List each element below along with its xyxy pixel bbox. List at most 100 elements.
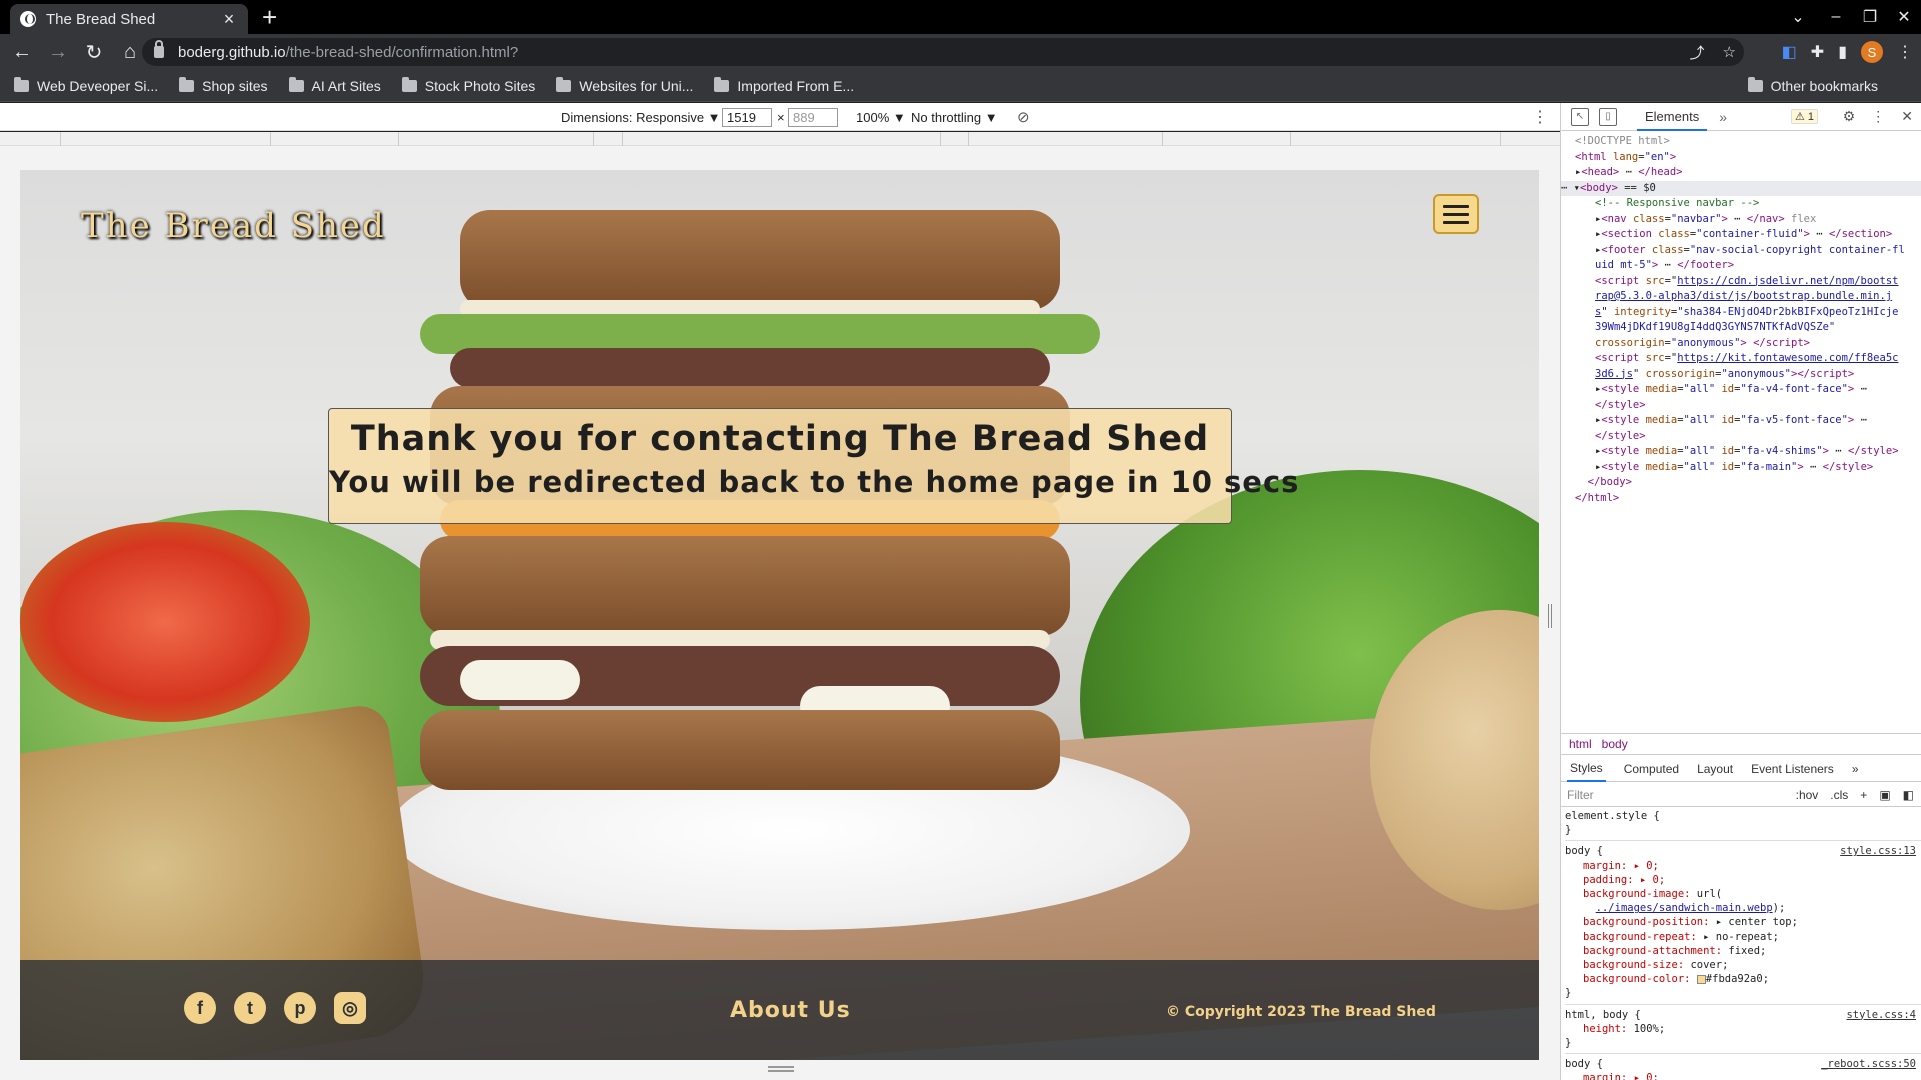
filter-input[interactable]: Filter: [1567, 788, 1594, 802]
dom-node-line[interactable]: ▸<nav class="navbar"> ⋯ </nav> flex: [1575, 212, 1921, 228]
css-rule-line[interactable]: }: [1565, 1036, 1921, 1050]
breadcrumb-html[interactable]: html: [1569, 737, 1592, 751]
viewport-resize-handle-right[interactable]: [1548, 604, 1552, 628]
zoom-dropdown[interactable]: 100% ▼: [856, 103, 906, 131]
css-property[interactable]: background-size: cover;: [1565, 958, 1921, 972]
css-rule-line[interactable]: element.style {: [1565, 809, 1921, 823]
css-property[interactable]: height: 100%;: [1565, 1022, 1921, 1036]
dom-node-line[interactable]: uid mt-5"> ⋯ </footer>: [1575, 258, 1921, 274]
bookmark-folder[interactable]: Stock Photo Sites: [401, 76, 535, 94]
dom-node-line[interactable]: <!DOCTYPE html>: [1575, 134, 1921, 150]
back-arrow-icon[interactable]: ←: [4, 34, 40, 70]
computed-toggle-icon[interactable]: ▣: [1879, 788, 1890, 802]
browser-tab[interactable]: The Bread Shed ×: [10, 4, 248, 34]
extensions-puzzle-icon[interactable]: ✚: [1811, 42, 1824, 62]
css-rule-line[interactable]: }: [1565, 986, 1921, 1000]
css-property[interactable]: background-image: url(: [1565, 887, 1921, 901]
close-tab-icon[interactable]: ×: [220, 9, 238, 30]
css-rule-line[interactable]: html, body { style.css:4: [1565, 1008, 1921, 1022]
more-subtabs-icon[interactable]: »: [1852, 762, 1859, 776]
tab-event-listeners[interactable]: Event Listeners: [1751, 762, 1834, 776]
css-rule-line[interactable]: body { style.css:13: [1565, 844, 1921, 858]
more-tabs-icon[interactable]: »: [1719, 109, 1727, 125]
css-property[interactable]: background-color: #fbda92a0;: [1565, 972, 1921, 986]
bookmark-folder[interactable]: Websites for Uni...: [556, 76, 693, 94]
site-brand-logo[interactable]: The Bread Shed: [81, 206, 386, 246]
navbar-toggle-button[interactable]: [1433, 194, 1479, 234]
dom-node-line[interactable]: ⋯ ▾<body> == $0: [1561, 180, 1921, 196]
dom-node-line[interactable]: </style>: [1575, 398, 1921, 414]
dom-node-line[interactable]: 3d6.js" crossorigin="anonymous"></script…: [1575, 367, 1921, 383]
css-property[interactable]: margin: ▸ 0;: [1565, 859, 1921, 873]
media-query-ruler[interactable]: [0, 132, 1560, 146]
bookmark-star-icon[interactable]: ☆: [1723, 43, 1736, 61]
forward-arrow-icon[interactable]: →: [40, 34, 76, 70]
tab-computed[interactable]: Computed: [1624, 762, 1679, 776]
bookmark-folder[interactable]: AI Art Sites: [288, 76, 381, 94]
extension-badge-icon[interactable]: ◧: [1782, 42, 1797, 62]
device-options-icon[interactable]: ⋮: [1532, 107, 1548, 127]
css-property[interactable]: background-repeat: ▸ no-repeat;: [1565, 930, 1921, 944]
dom-node-line[interactable]: 39Wm4jDKdf19U8gI4ddQ3GYNS7NTKfAdVQSZe": [1575, 320, 1921, 336]
sidebar-toggle-icon[interactable]: ◧: [1903, 788, 1914, 802]
bookmark-folder[interactable]: Shop sites: [179, 76, 268, 94]
dom-node-line[interactable]: <!-- Responsive navbar -->: [1575, 196, 1921, 212]
dom-node-line[interactable]: ▸<head> ⋯ </head>: [1575, 165, 1921, 181]
share-icon[interactable]: ⤴: [1690, 42, 1705, 63]
css-rule-line[interactable]: }: [1565, 823, 1921, 837]
css-property[interactable]: ../images/sandwich-main.webp);: [1565, 901, 1921, 915]
instagram-icon[interactable]: ◎: [334, 992, 366, 1024]
bookmark-folder[interactable]: Web Deveoper Si...: [14, 76, 158, 94]
devtools-settings-icon[interactable]: ⚙: [1843, 108, 1856, 125]
tab-styles[interactable]: Styles: [1567, 756, 1606, 782]
dom-node-line[interactable]: rap@5.3.0-alpha3/dist/js/bootstrap.bundl…: [1575, 289, 1921, 305]
dom-node-line[interactable]: <html lang="en">: [1575, 150, 1921, 166]
close-window-icon[interactable]: ✕: [1886, 0, 1921, 34]
dom-node-line[interactable]: s" integrity="sha384-ENjdO4Dr2bkBIFxQpeo…: [1575, 305, 1921, 321]
new-tab-button[interactable]: +: [262, 2, 277, 32]
dom-node-line[interactable]: </body>: [1575, 475, 1921, 491]
dom-node-line[interactable]: ▸<section class="container-fluid"> ⋯ </s…: [1575, 227, 1921, 243]
profile-avatar[interactable]: S: [1861, 41, 1883, 63]
height-input[interactable]: 889: [788, 107, 838, 127]
devtools-menu-icon[interactable]: ⋮: [1871, 108, 1885, 125]
restore-icon[interactable]: ❐: [1852, 0, 1888, 34]
dom-node-line[interactable]: <script src="https://kit.fontawesome.com…: [1575, 351, 1921, 367]
browser-menu-icon[interactable]: ⋮: [1897, 42, 1913, 62]
pinterest-icon[interactable]: p: [284, 992, 316, 1024]
other-bookmarks-folder[interactable]: Other bookmarks: [1747, 70, 1878, 102]
minimize-icon[interactable]: –: [1818, 0, 1854, 34]
new-rule-button[interactable]: +: [1860, 788, 1867, 802]
css-property[interactable]: background-position: ▸ center top;: [1565, 915, 1921, 929]
dom-node-line[interactable]: </html>: [1575, 491, 1921, 507]
rotate-disable-icon[interactable]: ⊘: [1017, 103, 1030, 131]
reload-icon[interactable]: ↻: [76, 34, 112, 70]
viewport-resize-handle-bottom[interactable]: [768, 1066, 794, 1072]
css-rule-line[interactable]: body { _reboot.scss:50: [1565, 1057, 1921, 1071]
about-us-link[interactable]: About Us: [730, 998, 851, 1023]
tab-elements[interactable]: Elements: [1637, 103, 1708, 131]
dom-tree[interactable]: <!DOCTYPE html> <html lang="en"> ▸<head> ⋯…: [1561, 131, 1921, 506]
tab-layout[interactable]: Layout: [1697, 762, 1733, 776]
breadcrumb-body[interactable]: body: [1602, 737, 1628, 751]
bookmark-folder[interactable]: Imported From E...: [714, 76, 854, 94]
dom-node-line[interactable]: ▸<footer class="nav-social-copyright con…: [1575, 243, 1921, 259]
dom-node-line[interactable]: ▸<style media="all" id="fa-v5-font-face"…: [1575, 413, 1921, 429]
twitter-icon[interactable]: t: [234, 992, 266, 1024]
dom-node-line[interactable]: </style>: [1575, 429, 1921, 445]
dom-node-line[interactable]: <script src="https://cdn.jsdelivr.net/np…: [1575, 274, 1921, 290]
tab-search-chevron-icon[interactable]: ⌄: [1780, 0, 1816, 34]
facebook-icon[interactable]: f: [184, 992, 216, 1024]
dimensions-dropdown[interactable]: Dimensions: Responsive ▼: [561, 103, 721, 131]
cls-toggle[interactable]: .cls: [1830, 788, 1848, 802]
css-property[interactable]: padding: ▸ 0;: [1565, 873, 1921, 887]
css-property[interactable]: margin: ▸ 0;: [1565, 1071, 1921, 1080]
inspect-element-icon[interactable]: ↖: [1571, 107, 1589, 126]
width-input[interactable]: 1519: [722, 107, 772, 127]
dom-node-line[interactable]: ▸<style media="all" id="fa-main"> ⋯ </st…: [1575, 460, 1921, 476]
address-bar[interactable]: boderg.github.io/the-bread-shed/confirma…: [142, 38, 1744, 66]
devtools-close-icon[interactable]: ✕: [1901, 108, 1913, 125]
hov-toggle[interactable]: :hov: [1796, 788, 1819, 802]
dom-node-line[interactable]: crossorigin="anonymous"> </script>: [1575, 336, 1921, 352]
device-toggle-icon[interactable]: ▯: [1599, 107, 1617, 126]
